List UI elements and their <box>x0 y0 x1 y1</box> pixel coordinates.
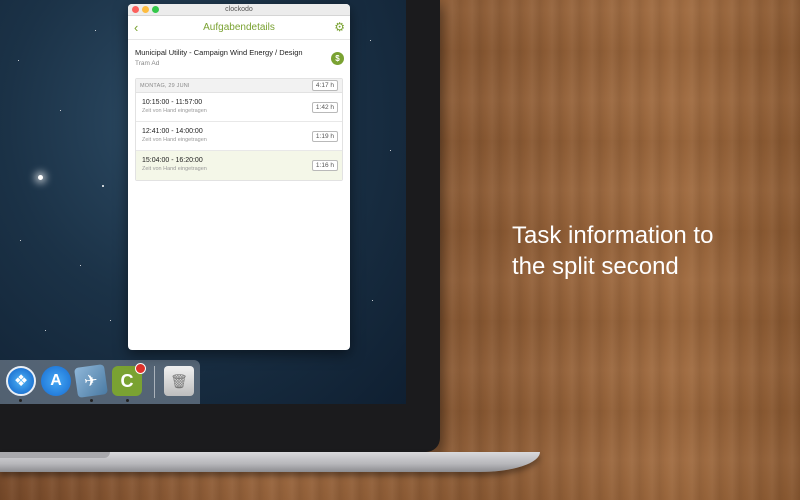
star <box>38 175 43 180</box>
tagline-line-1: Task information to <box>512 222 714 249</box>
star <box>60 110 61 111</box>
preview-icon[interactable]: ✈ <box>74 364 108 398</box>
notification-badge <box>135 363 146 374</box>
day-header: MONTAG, 29 JUNI 4:17 h <box>136 79 342 93</box>
entry-note: Zeit von Hand eingetragen <box>142 166 207 172</box>
star <box>95 30 96 31</box>
time-entry[interactable]: 12:41:00 - 14:00:00 Zeit von Hand einget… <box>136 122 342 151</box>
entry-time: 15:04:00 - 16:20:00 <box>142 157 203 164</box>
gear-icon[interactable]: ⚙ <box>334 20 345 34</box>
star <box>18 60 19 61</box>
app-window: clockodo ‹ Aufgabendetails ⚙ Municipal U… <box>128 4 350 350</box>
star <box>45 330 46 331</box>
star <box>372 300 373 301</box>
chevron-left-icon[interactable]: ‹ <box>134 20 138 35</box>
star <box>80 265 81 266</box>
safari-icon[interactable]: ❖ <box>6 366 36 396</box>
marketing-tagline: Task information to the split second <box>512 220 772 282</box>
entry-duration: 1:19 h <box>311 131 338 142</box>
time-entry[interactable]: 10:15:00 - 11:57:00 Zeit von Hand einget… <box>136 93 342 122</box>
star <box>102 185 104 187</box>
time-entry[interactable]: 15:04:00 - 16:20:00 Zeit von Hand einget… <box>136 151 342 180</box>
star <box>390 150 391 151</box>
minimize-button[interactable] <box>142 6 149 13</box>
star <box>370 40 371 41</box>
entry-note: Zeit von Hand eingetragen <box>142 137 207 143</box>
task-title: Municipal Utility - Campaign Wind Energy… <box>135 48 303 57</box>
entry-time: 12:41:00 - 14:00:00 <box>142 128 203 135</box>
tagline-line-2: the split second <box>512 253 679 280</box>
running-indicator <box>126 399 129 402</box>
day-label: MONTAG, 29 JUNI <box>140 82 190 89</box>
task-header: Municipal Utility - Campaign Wind Energy… <box>128 40 350 78</box>
running-indicator <box>90 399 93 402</box>
day-group: MONTAG, 29 JUNI 4:17 h 10:15:00 - 11:57:… <box>135 78 343 181</box>
entry-duration: 1:42 h <box>311 102 338 113</box>
page-title: Aufgabendetails <box>203 22 275 33</box>
star <box>20 240 21 241</box>
trash-icon[interactable]: 🗑 <box>164 366 194 396</box>
zoom-button[interactable] <box>152 6 159 13</box>
running-indicator <box>19 399 22 402</box>
entry-time: 10:15:00 - 11:57:00 <box>142 99 203 106</box>
laptop-notch <box>0 452 110 458</box>
app-store-icon[interactable]: A <box>41 366 71 396</box>
dollar-icon: $ <box>331 52 344 65</box>
entry-duration: 1:16 h <box>311 160 338 171</box>
clockodo-icon[interactable]: C <box>112 363 146 396</box>
star <box>110 320 111 321</box>
window-titlebar: clockodo <box>128 4 350 16</box>
window-title: clockodo <box>225 6 253 13</box>
dock-separator <box>154 366 155 398</box>
entry-note: Zeit von Hand eingetragen <box>142 108 207 114</box>
task-subtitle: Tram Ad <box>135 60 160 67</box>
day-total: 4:17 h <box>311 80 338 91</box>
dock: ❖ A ✈ C 🗑 <box>0 360 200 404</box>
close-button[interactable] <box>132 6 139 13</box>
navigation-bar: ‹ Aufgabendetails ⚙ <box>128 16 350 40</box>
